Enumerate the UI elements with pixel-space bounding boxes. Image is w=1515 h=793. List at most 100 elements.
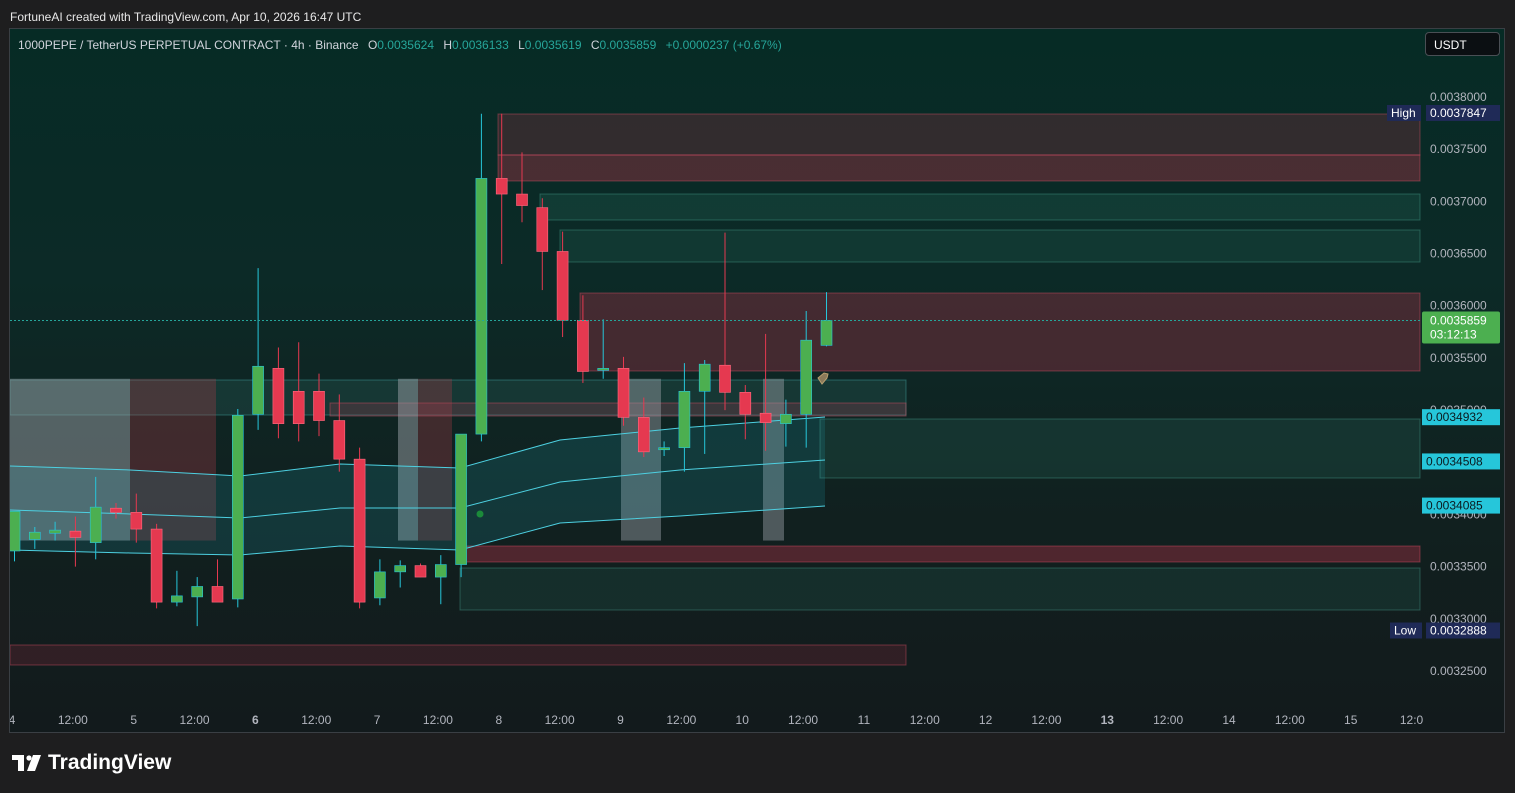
- price-level-tag-text: 0.0034085: [1426, 499, 1483, 513]
- high-label-tag: High: [1387, 104, 1421, 121]
- tradingview-brand[interactable]: TradingView: [12, 751, 171, 775]
- candle-body: [353, 458, 366, 603]
- change-value: +0.0000237 (+0.67%): [665, 38, 782, 52]
- close-label: C: [590, 38, 600, 52]
- candle-body: [414, 565, 427, 578]
- candle-body: [800, 339, 813, 415]
- candle-body: [150, 528, 163, 603]
- candle-body: [171, 595, 183, 603]
- countdown-timer: 03:12:13: [1430, 327, 1477, 341]
- candle-body: [820, 320, 833, 346]
- x-tick-label: 12:00: [666, 713, 696, 727]
- candle-body: [759, 412, 772, 423]
- open-value: 0.0035624: [377, 38, 435, 52]
- high-value: 0.0036133: [452, 38, 509, 52]
- brand-name: TradingView: [48, 751, 172, 774]
- zone: [497, 113, 1421, 156]
- candle-body: [637, 417, 650, 453]
- candle-body: [719, 364, 731, 393]
- price-level-tag: 0.0034932: [1422, 409, 1500, 426]
- x-tick-label: 12:00: [180, 713, 210, 727]
- x-tick-label: 15: [1344, 713, 1358, 727]
- high-label: H: [443, 38, 453, 52]
- y-tick-label: 0.0036500: [1430, 247, 1487, 261]
- x-tick-label: 9: [617, 713, 624, 727]
- x-tick-label: 12: [979, 713, 993, 727]
- candle-body: [516, 193, 528, 206]
- y-tick-label: 0.0032500: [1430, 664, 1487, 678]
- zone: [559, 229, 1421, 263]
- x-tick-label: 8: [495, 713, 502, 727]
- y-tick-label: 0.0035500: [1430, 351, 1487, 365]
- zone: [10, 644, 907, 666]
- high-value-tag: 0.0037847: [1426, 104, 1500, 121]
- candle-body: [434, 564, 447, 578]
- candle-body: [658, 447, 670, 451]
- candle-body: [10, 511, 21, 552]
- x-tick-label: 12:00: [545, 713, 575, 727]
- candle-body: [313, 391, 325, 421]
- low-value-tag: 0.0032888: [1426, 622, 1500, 639]
- y-tick-label: 0.0037500: [1430, 142, 1487, 156]
- candle-body: [495, 178, 508, 195]
- candle-body: [272, 368, 285, 424]
- x-tick-label: 12:00: [1153, 713, 1183, 727]
- candle-body: [191, 586, 203, 598]
- candle-body: [49, 529, 61, 534]
- x-tick-label: 5: [130, 713, 137, 727]
- candle-body: [394, 565, 407, 573]
- candle-body: [475, 178, 488, 435]
- y-tick-label: 0.0038000: [1430, 90, 1487, 104]
- candle-body: [292, 391, 305, 424]
- x-tick-label: 7: [374, 713, 381, 727]
- x-tick-label: 12:00: [1031, 713, 1061, 727]
- x-tick-label: 12:00: [788, 713, 818, 727]
- candle-body: [333, 420, 346, 460]
- high-label-tag-text: High: [1391, 106, 1416, 120]
- candle-body: [374, 571, 386, 599]
- candle-body: [556, 251, 569, 321]
- x-tick-label: 4: [10, 713, 16, 727]
- symbol-legend[interactable]: 1000PEPE / TetherUS PERPETUAL CONTRACT ·…: [18, 38, 782, 52]
- x-tick-label: 12:00: [301, 713, 331, 727]
- y-tick-label: 0.0036000: [1430, 299, 1487, 313]
- open-label: O: [367, 38, 378, 52]
- x-tick-label: 10: [736, 713, 750, 727]
- candle-body: [28, 531, 41, 540]
- price-level-tag-text: 0.0034508: [1426, 454, 1483, 468]
- low-value: 0.0035619: [524, 38, 582, 52]
- last-price-tag: 0.003585903:12:13: [1422, 311, 1500, 344]
- candle-body: [455, 433, 467, 565]
- x-tick-label: 12:0: [1400, 713, 1424, 727]
- candle-body: [110, 507, 122, 513]
- candle-body: [130, 512, 143, 530]
- zone: [459, 545, 1421, 563]
- candle-body: [577, 320, 589, 372]
- x-tick-label: 14: [1222, 713, 1236, 727]
- zone: [819, 418, 1421, 479]
- y-tick-label: 0.0037000: [1430, 194, 1487, 208]
- zones-layer: [10, 113, 1421, 666]
- low-value-tag-text: 0.0032888: [1430, 624, 1487, 638]
- x-tick-label: 11: [858, 713, 871, 727]
- high-value-tag-text: 0.0037847: [1430, 106, 1487, 120]
- price-chart[interactable]: 0.0038000 0.0037500 0.0037000 0.0036500 0.00…: [10, 29, 1504, 732]
- tradingview-logo-icon: [12, 755, 41, 771]
- low-label: L: [518, 38, 525, 52]
- last-price-value: 0.0035859: [1430, 313, 1487, 327]
- price-level-tag: 0.0034085: [1422, 497, 1500, 514]
- zone: [539, 193, 1421, 221]
- x-tick-label: 12:00: [423, 713, 453, 727]
- candle-body: [69, 530, 82, 538]
- chart-caption: FortuneAI created with TradingView.com, …: [10, 10, 362, 24]
- candle-body: [89, 506, 102, 543]
- candle-body: [597, 368, 610, 371]
- candle-body: [739, 392, 752, 415]
- x-tick-label: 12:00: [1275, 713, 1305, 727]
- close-value: 0.0035859: [599, 38, 657, 52]
- currency-selector[interactable]: USDT: [1425, 32, 1500, 56]
- symbol-title: 1000PEPE / TetherUS PERPETUAL CONTRACT ·…: [18, 38, 359, 52]
- candle-body: [678, 391, 691, 448]
- y-tick-label: 0.0033500: [1430, 560, 1487, 574]
- candle-body: [211, 586, 224, 603]
